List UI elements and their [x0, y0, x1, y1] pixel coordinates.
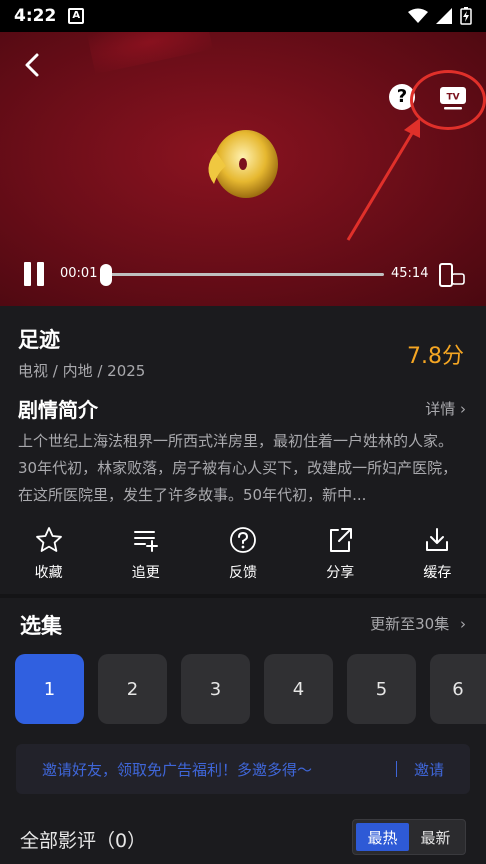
synopsis-text: 上个世纪上海法租界一所西式洋房里，最初住着一户姓林的人家。30年代初，林家败落，… [18, 432, 458, 504]
action-bar: 收藏 追更 反馈 分享 缓存 [0, 526, 486, 586]
pause-icon[interactable] [22, 260, 46, 288]
rotate-screen-icon[interactable] [438, 262, 466, 288]
favorite-label: 收藏 [34, 565, 63, 581]
sort-new-tab[interactable]: 最新 [409, 823, 462, 851]
episode-button[interactable]: 1 [15, 654, 84, 724]
download-button[interactable]: 缓存 [389, 526, 486, 586]
player-controls: 00:01 45:14 [0, 260, 486, 290]
notification-icon: A [68, 8, 85, 24]
share-icon [330, 528, 353, 552]
help-circle-icon [230, 527, 256, 553]
synopsis-detail-link[interactable]: 详情 › [425, 398, 466, 419]
show-meta: 电视 / 内地 / 2025 [18, 362, 146, 380]
reviews-heading: 全部影评（0） [20, 830, 147, 852]
favorite-button[interactable]: 收藏 [0, 526, 97, 586]
playlist-add-icon [133, 531, 158, 552]
seek-bar[interactable] [106, 273, 384, 276]
show-score: 7.8分 [407, 344, 464, 369]
back-arrow-icon[interactable] [18, 50, 48, 80]
video-background-streak [87, 32, 213, 75]
episode-button[interactable]: 4 [264, 654, 333, 724]
episode-button[interactable]: 5 [347, 654, 416, 724]
battery-icon [460, 7, 472, 25]
feedback-label: 反馈 [229, 565, 257, 581]
share-button[interactable]: 分享 [292, 526, 389, 586]
current-time: 00:01 [60, 266, 98, 281]
review-sort-tabs: 最热 最新 [352, 819, 466, 855]
show-title: 足迹 [18, 328, 60, 352]
status-icons [408, 7, 472, 25]
signal-icon [436, 8, 452, 24]
sort-hot-tab[interactable]: 最热 [356, 823, 409, 851]
episodes-update-label: 更新至30集 [370, 615, 450, 633]
video-player[interactable]: ? TV 00:01 45:14 [0, 32, 486, 306]
chevron-right-icon: › [460, 615, 466, 633]
follow-button[interactable]: 追更 [97, 526, 194, 586]
status-bar: 4:22 A [0, 0, 486, 32]
status-time: 4:22 [14, 6, 57, 26]
episode-button[interactable]: 2 [98, 654, 167, 724]
download-icon [426, 528, 449, 551]
episodes-update-link[interactable]: 更新至30集 › [370, 613, 466, 634]
annotation-arrow [346, 118, 420, 241]
feedback-button[interactable]: 反馈 [194, 526, 291, 586]
synopsis-heading: 剧情简介 [18, 398, 98, 422]
wifi-icon [408, 8, 428, 23]
download-label: 缓存 [423, 565, 452, 581]
seek-handle[interactable] [100, 264, 112, 286]
episodes-heading: 选集 [20, 614, 62, 638]
invite-separator [396, 761, 397, 777]
logo-coin-icon [208, 130, 278, 198]
share-label: 分享 [326, 565, 355, 581]
invite-banner[interactable]: 邀请好友，领取免广告福利！多邀多得～ 邀请 [16, 744, 470, 794]
episode-list: 1 2 3 4 5 6 [15, 654, 486, 724]
star-icon [35, 527, 62, 552]
invite-text: 邀请好友，领取免广告福利！多邀多得～ [42, 760, 313, 779]
section-divider [0, 594, 486, 598]
invite-button[interactable]: 邀请 [414, 759, 444, 780]
episode-button[interactable]: 3 [181, 654, 250, 724]
episode-button[interactable]: 6 [430, 654, 486, 724]
follow-label: 追更 [131, 565, 160, 581]
total-time: 45:14 [391, 266, 429, 281]
